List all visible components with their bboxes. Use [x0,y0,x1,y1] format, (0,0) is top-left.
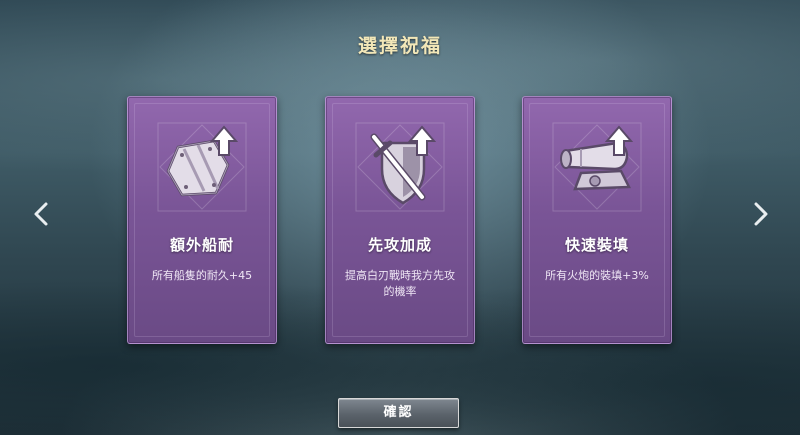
screen-title: 選擇祝福 [357,35,442,57]
blessing-card-first-strike[interactable]: 先攻加成 提高白刃戰時我方先攻的機率 [325,96,475,344]
card-title: 先攻加成 [367,236,432,254]
chevron-left-icon [34,202,48,226]
card-description: 提高白刃戰時我方先攻的機率 [345,269,455,298]
card-title: 快速裝填 [564,236,629,254]
confirm-button[interactable]: 確認 [338,398,459,428]
sword-shield-up-arrow-icon [354,121,446,213]
blessing-card-quick-reload[interactable]: 快速裝填 所有火炮的裝填+3% [522,96,672,344]
card-title: 額外船耐 [169,236,234,254]
reinforced-plate-up-arrow-icon [156,121,248,213]
cannon-up-arrow-icon [551,121,643,213]
next-page-button[interactable] [748,200,772,228]
card-description: 所有船隻的耐久+45 [151,269,253,282]
chevron-right-icon [754,202,768,226]
card-description: 所有火炮的裝填+3% [545,269,649,282]
blessing-card-extra-durability[interactable]: 額外船耐 所有船隻的耐久+45 [127,96,277,344]
prev-page-button[interactable] [30,200,54,228]
